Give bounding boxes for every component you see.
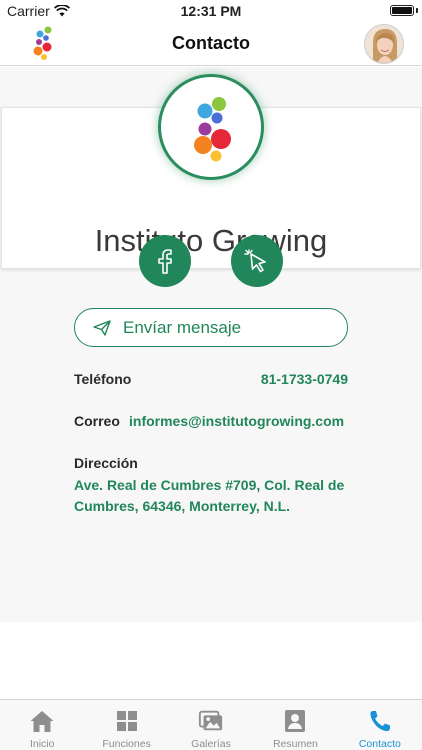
- tab-label: Resumen: [272, 738, 318, 750]
- user-avatar[interactable]: [364, 24, 404, 64]
- organization-name: Instituto Growing: [94, 223, 328, 258]
- send-message-label: Envíar mensaje: [123, 317, 242, 337]
- status-time: 12:31 PM: [180, 3, 242, 19]
- profile-card-icon: [282, 709, 308, 733]
- organization-logo: [158, 74, 264, 180]
- facebook-icon: [158, 249, 172, 274]
- navigation-bar: Contacto: [0, 22, 422, 66]
- phone-link[interactable]: 81-1733-0749: [261, 371, 348, 387]
- facebook-button[interactable]: [139, 235, 191, 287]
- contact-content: Instituto Growing Envíar mensaje Teléfon…: [0, 67, 422, 622]
- home-icon: [29, 709, 55, 733]
- battery-tip: [416, 8, 418, 13]
- phone-label: Teléfono: [74, 371, 132, 387]
- email-label: Correo: [74, 413, 120, 429]
- tab-label: Galerías: [191, 738, 231, 750]
- paper-plane-icon: [93, 319, 111, 336]
- gallery-icon: [198, 709, 224, 733]
- status-bar: Carrier 12:31 PM: [0, 0, 422, 22]
- tab-bar: Inicio Funciones Galerías Resumen Contac…: [0, 699, 422, 750]
- tab-funciones[interactable]: Funciones: [84, 700, 168, 750]
- page-title: Contacto: [172, 33, 250, 53]
- grid-icon: [114, 709, 140, 733]
- battery-icon: [390, 5, 414, 16]
- tab-galerias[interactable]: Galerías: [169, 700, 253, 750]
- tab-resumen[interactable]: Resumen: [253, 700, 337, 750]
- tab-label: Contacto: [358, 738, 401, 750]
- send-message-button[interactable]: Envíar mensaje: [74, 308, 348, 347]
- website-button[interactable]: [231, 235, 283, 287]
- tab-inicio[interactable]: Inicio: [0, 700, 84, 750]
- avatar-image: [365, 25, 403, 63]
- tab-label: Funciones: [102, 738, 151, 750]
- phone-icon: [367, 709, 393, 733]
- address-label: Dirección: [74, 455, 138, 471]
- tab-label: Inicio: [29, 738, 55, 750]
- growing-logo-icon: [194, 97, 231, 162]
- address-link[interactable]: Ave. Real de Cumbres #709, Col. Real de …: [74, 475, 346, 517]
- tab-contacto[interactable]: Contacto: [338, 700, 422, 750]
- cursor-click-icon: [244, 249, 266, 273]
- email-link[interactable]: informes@institutogrowing.com: [129, 413, 344, 429]
